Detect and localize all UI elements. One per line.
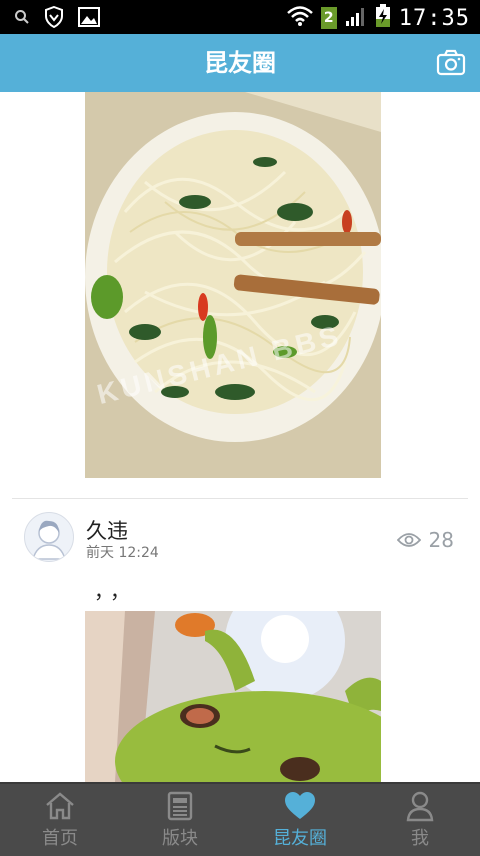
post-text: ，， bbox=[94, 579, 136, 603]
search-icon bbox=[14, 9, 30, 29]
tab-moments-label: 昆友圈 bbox=[273, 828, 327, 849]
sim-slot-badge: 2 bbox=[320, 7, 337, 29]
post-username[interactable]: 久违 bbox=[86, 515, 128, 545]
boards-icon bbox=[167, 791, 193, 821]
tab-bar: 首页 版块 昆友圈 我 bbox=[0, 782, 480, 856]
post-divider bbox=[12, 498, 468, 499]
eye-icon bbox=[396, 533, 421, 547]
signal-icon bbox=[345, 5, 367, 31]
home-icon bbox=[46, 792, 74, 820]
tab-me[interactable]: 我 bbox=[360, 784, 480, 856]
avatar[interactable] bbox=[24, 512, 74, 562]
tab-home-label: 首页 bbox=[42, 828, 78, 849]
battery-charging-icon bbox=[375, 4, 391, 32]
app-header: 昆友圈 bbox=[0, 34, 480, 92]
tab-boards-label: 版块 bbox=[162, 828, 198, 849]
post-image-noodles[interactable] bbox=[85, 92, 385, 478]
shield-icon bbox=[44, 5, 64, 32]
heart-icon bbox=[285, 792, 315, 819]
post-image-plush[interactable] bbox=[85, 611, 381, 782]
wifi-icon bbox=[286, 5, 313, 31]
tab-moments[interactable]: 昆友圈 bbox=[240, 784, 360, 856]
person-icon bbox=[406, 791, 434, 822]
image-icon bbox=[78, 7, 100, 31]
view-count: 28 bbox=[396, 528, 454, 552]
camera-button[interactable] bbox=[436, 49, 466, 77]
camera-icon bbox=[436, 49, 466, 76]
page-title: 昆友圈 bbox=[204, 49, 276, 77]
status-bar: 2 17:35 bbox=[0, 0, 480, 34]
tab-me-label: 我 bbox=[411, 828, 429, 849]
post-time: 前天 12:24 bbox=[86, 545, 159, 561]
tab-boards[interactable]: 版块 bbox=[120, 784, 240, 856]
view-count-value: 28 bbox=[428, 528, 454, 552]
tab-home[interactable]: 首页 bbox=[0, 784, 120, 856]
clock: 17:35 bbox=[398, 5, 470, 31]
